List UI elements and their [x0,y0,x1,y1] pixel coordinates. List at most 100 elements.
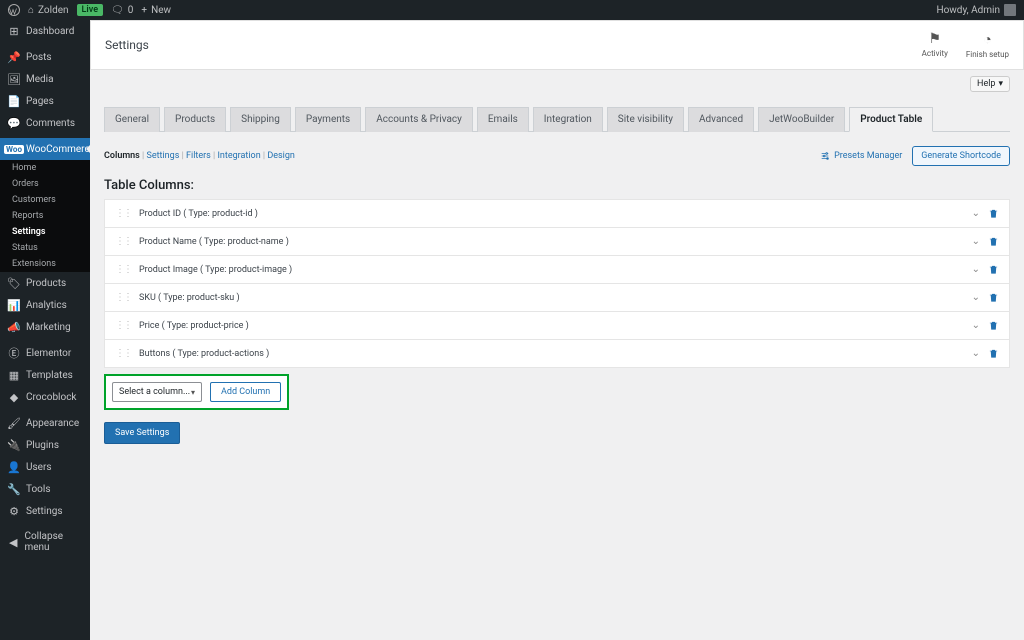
sidebar-item-settings[interactable]: ⚙ Settings [0,500,90,522]
new-label: New [151,5,171,16]
sidebar-item-appearance[interactable]: 🖌Appearance [0,412,90,434]
delete-button[interactable] [988,320,999,331]
comment-icon: 💬 [8,117,20,129]
new-link[interactable]: + New [141,5,171,16]
expand-toggle[interactable]: ⌄ [972,208,980,219]
tab-general[interactable]: General [104,107,160,132]
activity-button[interactable]: ⚑ Activity [922,31,948,58]
delete-button[interactable] [988,292,999,303]
sidebar-item-products[interactable]: 🏷Products [0,272,90,294]
column-select[interactable]: Select a column... ▾ [112,382,202,402]
site-name-link[interactable]: ⌂ Zolden [28,5,69,16]
sidebar-item-comments[interactable]: 💬Comments [0,112,90,134]
sidebar-item-plugins[interactable]: 🔌Plugins [0,434,90,456]
drag-handle-icon[interactable]: ⋮⋮ [115,320,131,331]
flag-icon: ⚑ [928,31,941,47]
expand-toggle[interactable]: ⌄ [972,292,980,303]
sidebar-subitem-status[interactable]: Status [0,240,90,256]
presets-manager-link[interactable]: Presets Manager [820,151,902,161]
tab-product-table[interactable]: Product Table [849,107,933,132]
add-column-box: Select a column... ▾ Add Column [104,374,289,410]
tab-payments[interactable]: Payments [295,107,361,132]
tab-site-visibility[interactable]: Site visibility [607,107,684,132]
sidebar-item-templates[interactable]: ▦Templates [0,364,90,386]
howdy-link[interactable]: Howdy, Admin [936,4,1016,16]
drag-handle-icon[interactable]: ⋮⋮ [115,264,131,275]
media-icon: 🖼 [8,73,20,85]
sidebar-item-media[interactable]: 🖼Media [0,68,90,90]
sidebar-subitem-reports[interactable]: Reports [0,208,90,224]
sidebar-item-users[interactable]: 👤Users [0,456,90,478]
help-toggle[interactable]: Help ▾ [970,76,1010,92]
column-row: ⋮⋮Buttons ( Type: product-actions )⌄ [104,340,1010,368]
sidebar-item-marketing[interactable]: 📣 Marketing [0,316,90,338]
sidebar-item-elementor[interactable]: ⒺElementor [0,342,90,364]
sidebar-item-label: Users [26,462,52,473]
column-label: Product Name ( Type: product-name ) [139,237,964,247]
sidebar-item-label: Crocoblock [26,392,77,403]
sidebar-subitem-customers[interactable]: Customers [0,192,90,208]
comment-icon: 🗨 [111,5,124,16]
tag-icon: 🏷 [8,277,20,289]
delete-button[interactable] [988,208,999,219]
column-row: ⋮⋮ Product Name ( Type: product-name ) ⌄ [104,228,1010,256]
sidebar-item-crocoblock[interactable]: ◆Crocoblock [0,386,90,408]
delete-button[interactable] [988,264,999,275]
tab-shipping[interactable]: Shipping [230,107,291,132]
tool-icon: 🔧 [8,483,20,495]
delete-button[interactable] [988,348,999,359]
mega-icon: 📣 [8,321,20,333]
plug-icon: 🔌 [8,439,20,451]
drag-handle-icon[interactable]: ⋮⋮ [115,236,131,247]
tab-products[interactable]: Products [164,107,226,132]
sidebar-subitem-extensions[interactable]: Extensions [0,256,90,272]
sidebar-item-label: Dashboard [26,26,74,37]
drag-handle-icon[interactable]: ⋮⋮ [115,292,131,303]
expand-toggle[interactable]: ⌄ [972,236,980,247]
delete-button[interactable] [988,236,999,247]
page-title: Settings [105,38,922,52]
sidebar-item-dashboard[interactable]: ⊞Dashboard [0,20,90,42]
sublink-settings[interactable]: Settings [146,151,179,161]
generate-shortcode-button[interactable]: Generate Shortcode [912,146,1010,166]
save-settings-button[interactable]: Save Settings [104,422,180,444]
finish-setup-button[interactable]: ◔ Finish setup [966,31,1009,59]
cog-icon: ⚙ [8,505,20,517]
sidebar-subitem-orders[interactable]: Orders [0,176,90,192]
tab-advanced[interactable]: Advanced [688,107,754,132]
tab-integration[interactable]: Integration [533,107,603,132]
sidebar-item-label: Marketing [26,322,71,333]
column-row: ⋮⋮Product ID ( Type: product-id )⌄ [104,199,1010,228]
tab-emails[interactable]: Emails [477,107,529,132]
chevron-down-icon: ▾ [191,388,195,397]
expand-toggle[interactable]: ⌄ [972,320,980,331]
home-icon: ⌂ [28,5,34,16]
sidebar-item-posts[interactable]: 📌Posts [0,46,90,68]
add-column-button[interactable]: Add Column [210,382,281,402]
sidebar-item-label: Templates [26,370,73,381]
sidebar-subitem-settings[interactable]: Settings [0,224,90,240]
sidebar-subitem-home[interactable]: Home [0,160,90,176]
sublink-filters[interactable]: Filters [186,151,211,161]
drag-handle-icon[interactable]: ⋮⋮ [115,348,131,359]
drag-handle-icon[interactable]: ⋮⋮ [115,208,131,219]
sidebar-item-woocommerce[interactable]: WooWooCommerce [0,138,90,160]
main-content: Settings ⚑ Activity ◔ Finish setup Help … [90,20,1024,640]
sidebar-item-label: Settings [26,506,63,517]
live-badge: Live [77,4,104,16]
sublink-columns[interactable]: Columns [104,151,140,161]
sidebar-item-collapse-menu[interactable]: ◀Collapse menu [0,526,90,558]
sidebar-item-tools[interactable]: 🔧Tools [0,478,90,500]
sublink-design[interactable]: Design [267,151,295,161]
sidebar-item-analytics[interactable]: 📊Analytics [0,294,90,316]
tab-accounts-privacy[interactable]: Accounts & Privacy [365,107,473,132]
tab-jetwoobuilder[interactable]: JetWooBuilder [758,107,845,132]
expand-toggle[interactable]: ⌄ [972,264,980,275]
sidebar-item-pages[interactable]: 📄Pages [0,90,90,112]
column-row: ⋮⋮Price ( Type: product-price )⌄ [104,312,1010,340]
comments-link[interactable]: 🗨 0 [111,5,133,16]
comment-count: 0 [128,5,134,16]
sublink-integration[interactable]: Integration [217,151,260,161]
wp-logo[interactable] [8,4,20,16]
expand-toggle[interactable]: ⌄ [972,348,980,359]
